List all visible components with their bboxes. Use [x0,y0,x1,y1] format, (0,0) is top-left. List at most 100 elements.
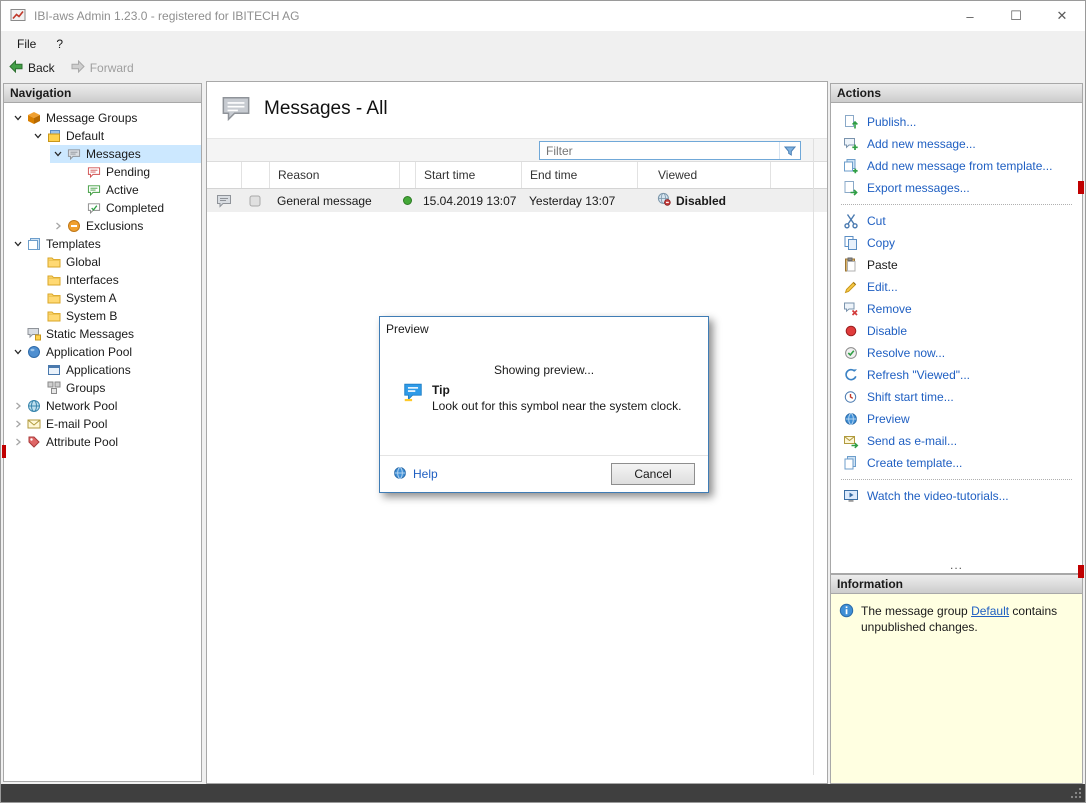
tree-item-pending[interactable]: Pending [4,163,201,181]
tree-item-templates[interactable]: Templates [4,235,201,253]
action-cut[interactable]: Cut [831,210,1082,232]
action-publish[interactable]: Publish... [831,111,1082,133]
action-add-new-message[interactable]: Add new message... [831,133,1082,155]
tree-item-network-pool[interactable]: Network Pool [4,397,201,415]
action-preview[interactable]: Preview [831,408,1082,430]
create-template-icon [843,455,859,471]
window-title: IBI-aws Admin 1.23.0 - registered for IB… [34,9,299,23]
column-header-status[interactable] [399,162,415,188]
dialog-message: Showing preview... [380,363,708,377]
resize-grip[interactable] [1069,786,1083,800]
tree-item-active[interactable]: Active [4,181,201,199]
action-add-from-template[interactable]: Add new message from template... [831,155,1082,177]
tree-item-global[interactable]: Global [4,253,201,271]
viewed-globe-icon [657,192,671,209]
column-header-icon1[interactable] [207,162,241,188]
action-create-template[interactable]: Create template... [831,452,1082,474]
actions-overflow-button[interactable]: ... [831,558,1082,572]
action-refresh-viewed[interactable]: Refresh "Viewed"... [831,364,1082,386]
tree-item-email-pool[interactable]: E-mail Pool [4,415,201,433]
forward-button[interactable]: Forward [71,60,134,76]
chevron-down-icon[interactable] [10,239,26,249]
action-paste[interactable]: Paste [831,254,1082,276]
tree-item-static-messages[interactable]: Static Messages [4,325,201,343]
toolbar: Back Forward [1,57,1085,79]
filter-input[interactable] [540,144,779,158]
action-edit[interactable]: Edit... [831,276,1082,298]
groups-icon [46,381,62,395]
back-button[interactable]: Back [9,60,55,76]
column-header-end-time[interactable]: End time [521,162,637,188]
maximize-icon[interactable]: ☐ [993,1,1039,31]
column-header-start-time[interactable]: Start time [415,162,521,188]
chevron-down-icon[interactable] [10,347,26,357]
chevron-right-icon[interactable] [50,221,66,231]
information-body: The message group Default contains unpub… [831,594,1082,783]
chevron-down-icon[interactable] [50,149,66,159]
tree-item-applications[interactable]: Applications [4,361,201,379]
forward-label: Forward [90,61,134,75]
action-resolve-now[interactable]: Resolve now... [831,342,1082,364]
edge-marker [2,445,6,458]
chevron-right-icon[interactable] [10,437,26,447]
cell-start-time: 15.04.2019 13:07 [415,189,521,212]
column-header-viewed[interactable]: Viewed [637,162,771,188]
action-send-as-email[interactable]: Send as e-mail... [831,430,1082,452]
cancel-button[interactable]: Cancel [611,463,695,485]
tree-item-system-b[interactable]: System B [4,307,201,325]
default-group-icon [46,129,62,143]
divider [841,479,1072,480]
chevron-down-icon[interactable] [30,131,46,141]
action-disable[interactable]: Disable [831,320,1082,342]
information-header: Information [831,575,1082,594]
add-from-template-icon [843,158,859,174]
tree-item-interfaces[interactable]: Interfaces [4,271,201,289]
cell-viewed: Disabled [637,189,771,212]
application-pool-icon [26,345,42,359]
tree-item-groups[interactable]: Groups [4,379,201,397]
folder-icon [46,291,62,305]
tree-item-exclusions[interactable]: Exclusions [4,217,201,235]
help-button[interactable]: Help [393,466,438,483]
disable-icon [843,323,859,339]
back-arrow-icon [9,60,23,76]
minimize-icon[interactable]: – [947,1,993,31]
tree-item-system-a[interactable]: System A [4,289,201,307]
menu-file[interactable]: File [7,37,46,51]
shift-start-time-icon [843,389,859,405]
info-icon [839,603,854,621]
messages-header-icon [221,95,251,126]
action-shift-start-time[interactable]: Shift start time... [831,386,1082,408]
table-row[interactable]: General message 15.04.2019 13:07 Yesterd… [207,189,827,212]
cut-icon [843,213,859,229]
tree-item-default[interactable]: Default [4,127,201,145]
folder-icon [46,273,62,287]
tree-item-messages[interactable]: Messages [4,145,201,163]
filter-funnel-icon[interactable] [779,142,800,159]
action-copy[interactable]: Copy [831,232,1082,254]
action-remove[interactable]: Remove [831,298,1082,320]
action-export-messages[interactable]: Export messages... [831,177,1082,199]
close-icon[interactable]: ✕ [1039,1,1085,31]
chevron-right-icon[interactable] [10,401,26,411]
column-header-reason[interactable]: Reason [269,162,399,188]
active-icon [86,184,102,197]
page-title: Messages - All [264,98,388,120]
default-group-link[interactable]: Default [971,604,1009,618]
menu-help[interactable]: ? [46,37,73,51]
app-window: IBI-aws Admin 1.23.0 - registered for IB… [0,0,1086,803]
row-exclusion-icon [241,189,269,212]
action-watch-video-tutorials[interactable]: Watch the video-tutorials... [831,485,1082,507]
tree-item-application-pool[interactable]: Application Pool [4,343,201,361]
table-header: Reason Start time End time Viewed [207,162,827,189]
information-panel: Information The message group Default co… [830,574,1083,784]
tree-item-completed[interactable]: Completed [4,199,201,217]
tree-item-message-groups[interactable]: Message Groups [4,109,201,127]
chevron-right-icon[interactable] [10,419,26,429]
column-header-icon2[interactable] [241,162,269,188]
filter-box[interactable] [539,141,801,160]
right-panel: Actions Publish... Add new message... Ad… [830,83,1083,784]
chevron-down-icon[interactable] [10,113,26,123]
pending-icon [86,166,102,179]
tree-item-attribute-pool[interactable]: Attribute Pool [4,433,201,451]
